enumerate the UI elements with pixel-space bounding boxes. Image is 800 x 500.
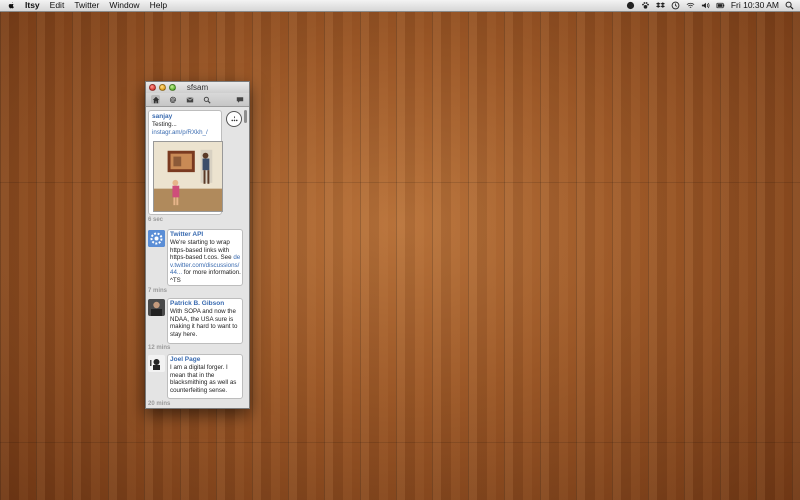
tweet-username[interactable]: sanjay xyxy=(152,113,220,121)
tweet-item[interactable]: Twitter API We're starting to wrap https… xyxy=(167,229,243,286)
paw-icon[interactable] xyxy=(641,1,650,10)
tweet-username[interactable]: Joel Page xyxy=(170,356,242,364)
timeline-toolbar xyxy=(146,93,249,107)
search-icon[interactable] xyxy=(202,95,211,104)
menu-edit[interactable]: Edit xyxy=(50,0,65,11)
tweet-username[interactable]: Twitter API xyxy=(170,231,242,239)
tweet-timestamp: 12 mins xyxy=(148,345,171,351)
apple-menu-icon[interactable] xyxy=(7,1,17,10)
menu-help[interactable]: Help xyxy=(150,0,167,11)
tweet-timestamp: 7 mins xyxy=(148,288,168,294)
tweet-item[interactable]: Patrick B. Gibson With SOPA and now the … xyxy=(167,298,243,344)
chat-bubble-icon[interactable] xyxy=(235,95,244,104)
time-machine-icon[interactable] xyxy=(671,1,680,10)
tweet-photo-thumbnail[interactable] xyxy=(153,141,223,212)
volume-icon[interactable] xyxy=(701,1,710,10)
tweet-text: Testing... xyxy=(152,121,177,128)
menu-bar: Itsy Edit Twitter Window Help Fri 10:30 … xyxy=(0,0,800,12)
tweet-timeline[interactable]: sanjay Testing... instagr.am/p/RXkh_/ 6 … xyxy=(146,108,249,408)
mentions-icon[interactable] xyxy=(168,95,177,104)
spotlight-search-icon[interactable] xyxy=(785,1,794,10)
compose-tweet-button[interactable] xyxy=(226,111,242,127)
timeline-scrollbar[interactable] xyxy=(244,110,247,123)
tweet-timestamp: 6 sec xyxy=(148,217,164,223)
tweet-text: With SOPA and now the NDAA, the USA sure… xyxy=(170,308,238,338)
menu-window[interactable]: Window xyxy=(109,0,139,11)
messages-icon[interactable] xyxy=(185,95,194,104)
home-icon[interactable] xyxy=(151,95,160,104)
tweet-link[interactable]: instagr.am/p/RXkh_/ xyxy=(152,129,220,137)
clock-text[interactable]: Fri 10:30 AM xyxy=(731,0,779,11)
wifi-icon[interactable] xyxy=(686,1,695,10)
tweet-text-before-link: We're starting to wrap https-based links… xyxy=(170,239,232,262)
dropbox-icon[interactable] xyxy=(655,1,665,10)
window-title: sfsam xyxy=(186,83,209,92)
tweet-item[interactable]: Joel Page I am a digital forger. I mean … xyxy=(167,354,243,399)
tweet-timestamp: 20 mins xyxy=(148,401,171,407)
patrick-gibson-avatar[interactable] xyxy=(148,299,165,316)
menu-app-name[interactable]: Itsy xyxy=(25,0,40,11)
tweet-text: We're starting to wrap https-based links… xyxy=(170,239,242,285)
twitter-api-avatar[interactable] xyxy=(148,230,165,247)
window-titlebar[interactable]: sfsam xyxy=(146,82,249,93)
tweet-username[interactable]: Patrick B. Gibson xyxy=(170,300,242,308)
joel-page-avatar[interactable] xyxy=(148,355,165,372)
tweet-text: I am a digital forger. I mean that in th… xyxy=(170,364,237,394)
record-icon[interactable] xyxy=(626,1,635,10)
tweet-item[interactable]: sanjay Testing... instagr.am/p/RXkh_/ xyxy=(148,110,223,215)
itsy-window: sfsam sanjay Testing... instagr.am/p/RXk… xyxy=(145,81,250,409)
menu-twitter[interactable]: Twitter xyxy=(74,0,99,11)
wood-seams xyxy=(0,12,800,500)
battery-icon[interactable] xyxy=(716,1,725,10)
